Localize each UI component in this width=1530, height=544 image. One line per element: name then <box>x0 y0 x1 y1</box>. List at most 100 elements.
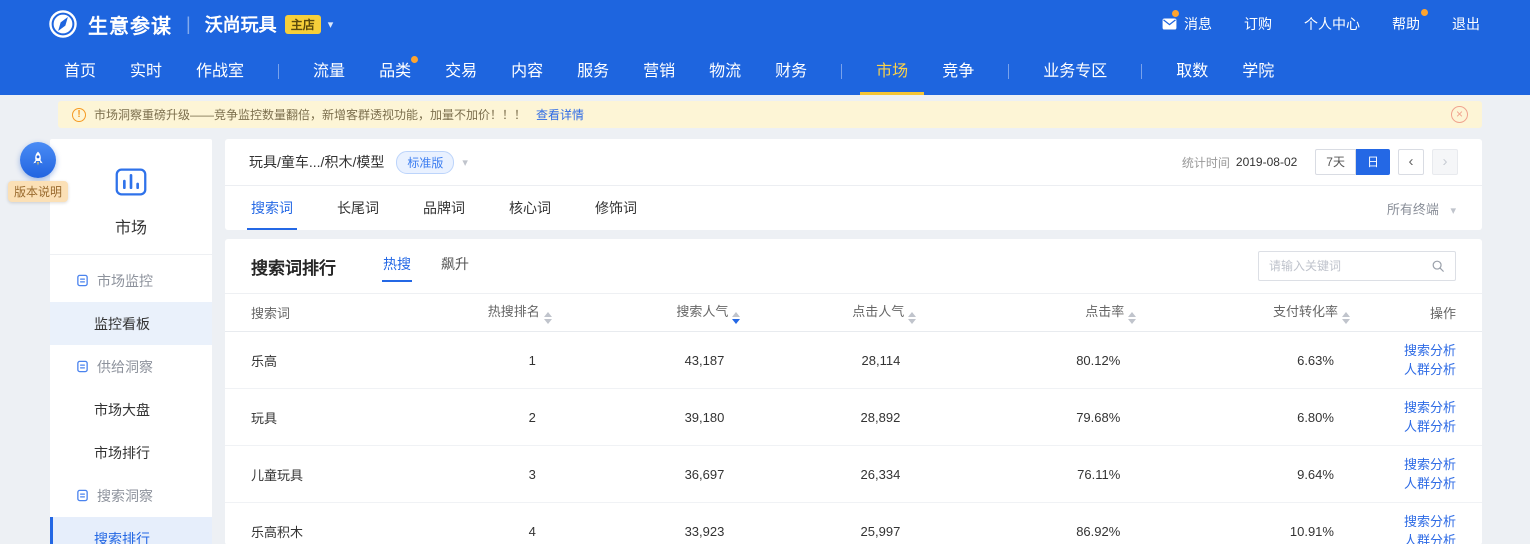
range-day-button[interactable]: 日 <box>1355 149 1390 175</box>
sort-icon[interactable] <box>1128 312 1137 324</box>
subscribe-label: 订购 <box>1244 16 1272 32</box>
sidebar-module-market[interactable]: 市场 <box>50 139 212 255</box>
sort-icon[interactable] <box>908 312 917 324</box>
search-analysis-link[interactable]: 搜索分析 <box>1350 398 1456 417</box>
tab-longtail-words[interactable]: 长尾词 <box>337 186 379 230</box>
main-panel: 玩具/童车.../积木/模型 标准版 ▾ 统计时间 2019-08-02 7天 … <box>225 139 1482 544</box>
nav-divider <box>1008 64 1010 79</box>
nav-divider <box>278 64 280 79</box>
profile-label: 个人中心 <box>1304 16 1360 32</box>
notification-dot <box>1172 10 1179 17</box>
nav-item-market[interactable]: 市场 <box>860 48 925 95</box>
main-nav: 首页 实时 作战室 流量 品类 交易 内容 服务 营销 物流 财务 市场 竞争 … <box>0 48 1530 95</box>
logout-label: 退出 <box>1452 16 1480 32</box>
notice-bar: ! 市场洞察重磅升级——竞争监控数量翻倍，新增客群透视功能，加量不加价！！！ 查… <box>58 101 1482 128</box>
nav-item-academy[interactable]: 学院 <box>1242 48 1274 95</box>
sidebar-item-market-ranking[interactable]: 市场排行 <box>50 431 212 474</box>
range-7day-button[interactable]: 7天 <box>1315 149 1356 175</box>
messages-menu-item[interactable]: 消息 <box>1162 10 1212 34</box>
nav-item-trade[interactable]: 交易 <box>445 48 477 95</box>
nav-item-finance[interactable]: 财务 <box>775 48 807 95</box>
close-icon[interactable]: × <box>1451 106 1468 123</box>
app-logo[interactable]: 生意参谋 <box>48 9 172 39</box>
sort-icon[interactable] <box>1341 312 1350 324</box>
category-breadcrumb[interactable]: 玩具/童车.../积木/模型 <box>249 152 384 172</box>
chevron-down-icon[interactable]: ▾ <box>462 156 468 169</box>
date-range-segmented: 7天 日 <box>1315 149 1390 175</box>
help-menu-item[interactable]: 帮助 <box>1392 9 1428 34</box>
cell-click-rate: 80.12% <box>916 331 1137 389</box>
table-row: 乐高 1 43,187 28,114 80.12% 6.63% 搜索分析 人群分… <box>225 331 1482 389</box>
shop-selector[interactable]: 沃尚玩具 主店 ▾ <box>204 11 334 37</box>
cell-actions: 搜索分析 人群分析 <box>1349 502 1482 544</box>
sidebar-item-monitor-board[interactable]: 监控看板 <box>50 302 212 345</box>
cell-click-rate: 79.68% <box>916 388 1137 446</box>
col-header-search-popularity[interactable]: 搜索人气 <box>551 293 741 332</box>
tab-search-words[interactable]: 搜索词 <box>247 186 297 230</box>
cell-rank: 4 <box>426 502 552 544</box>
nav-item-traffic[interactable]: 流量 <box>313 48 345 95</box>
nav-item-realtime[interactable]: 实时 <box>130 48 162 95</box>
profile-menu-item[interactable]: 个人中心 <box>1304 14 1360 34</box>
tab-brand-words[interactable]: 品牌词 <box>423 186 465 230</box>
crowd-analysis-link[interactable]: 人群分析 <box>1350 360 1456 379</box>
nav-item-competition[interactable]: 竞争 <box>942 48 974 95</box>
nav-item-warroom[interactable]: 作战室 <box>196 48 244 95</box>
shop-name: 沃尚玩具 <box>204 15 277 35</box>
nav-item-marketing[interactable]: 营销 <box>643 48 675 95</box>
search-analysis-link[interactable]: 搜索分析 <box>1350 512 1456 531</box>
tab-hot-search[interactable]: 热搜 <box>382 251 412 282</box>
sidebar-group-label: 搜索洞察 <box>97 487 153 504</box>
search-analysis-link[interactable]: 搜索分析 <box>1350 341 1456 360</box>
nav-item-content[interactable]: 内容 <box>511 48 543 95</box>
cell-pay-conversion: 9.64% <box>1136 445 1350 503</box>
message-icon <box>1162 18 1177 30</box>
brand-name: 生意参谋 <box>88 15 172 38</box>
next-date-button[interactable]: › <box>1432 149 1458 175</box>
nav-item-home[interactable]: 首页 <box>64 48 96 95</box>
crowd-analysis-link[interactable]: 人群分析 <box>1350 474 1456 493</box>
cell-search-popularity: 33,923 <box>551 502 741 544</box>
table-header-row: 搜索词 热搜排名 搜索人气 点击人气 点击率 支付转化率 操作 <box>225 293 1482 332</box>
nav-item-business-zone[interactable]: 业务专区 <box>1043 48 1107 95</box>
sidebar-group-supply-insight[interactable]: 供给洞察 <box>50 345 212 388</box>
nav-item-data-fetch[interactable]: 取数 <box>1176 48 1208 95</box>
crowd-analysis-link[interactable]: 人群分析 <box>1350 531 1456 544</box>
terminal-filter[interactable]: 所有终端 ▾ <box>1387 199 1456 218</box>
subscribe-menu-item[interactable]: 订购 <box>1244 14 1272 34</box>
sort-icon[interactable] <box>543 312 552 324</box>
sidebar-item-search-ranking[interactable]: 搜索排行 <box>50 517 212 544</box>
version-note-widget[interactable]: 版本说明 <box>8 142 69 202</box>
sidebar-menu: 市场监控 监控看板 供给洞察 市场大盘 市场排行 搜索洞察 搜索排行 <box>50 255 212 544</box>
col-header-pay-conversion[interactable]: 支付转化率 <box>1136 293 1350 332</box>
nav-item-category[interactable]: 品类 <box>379 48 419 95</box>
col-header-rank[interactable]: 热搜排名 <box>426 293 552 332</box>
col-header-click-popularity[interactable]: 点击人气 <box>740 293 917 332</box>
tab-core-words[interactable]: 核心词 <box>509 186 551 230</box>
topbar: 生意参谋 | 沃尚玩具 主店 ▾ 消息 订购 个人中心 帮助 退出 <box>0 0 1530 48</box>
sidebar-group-market-monitor[interactable]: 市场监控 <box>50 259 212 302</box>
tab-rising[interactable]: 飙升 <box>440 251 470 282</box>
nav-item-logistics[interactable]: 物流 <box>709 48 741 95</box>
col-header-keyword: 搜索词 <box>225 293 427 332</box>
prev-date-button[interactable]: ‹ <box>1398 149 1424 175</box>
version-tag-badge: 标准版 <box>396 150 455 174</box>
search-icon[interactable] <box>1431 259 1445 273</box>
sidebar-item-market-overview[interactable]: 市场大盘 <box>50 388 212 431</box>
sidebar-group-search-insight[interactable]: 搜索洞察 <box>50 474 212 517</box>
keyword-search-input[interactable] <box>1269 259 1431 273</box>
nav-divider <box>1141 64 1143 79</box>
cell-pay-conversion: 6.63% <box>1136 331 1350 389</box>
cell-actions: 搜索分析 人群分析 <box>1349 331 1482 389</box>
nav-item-service[interactable]: 服务 <box>577 48 609 95</box>
logout-menu-item[interactable]: 退出 <box>1452 14 1480 34</box>
sort-icon[interactable] <box>732 312 741 324</box>
crowd-analysis-link[interactable]: 人群分析 <box>1350 417 1456 436</box>
notice-detail-link[interactable]: 查看详情 <box>536 106 584 123</box>
sidebar-module-label: 市场 <box>114 220 147 237</box>
col-header-click-rate[interactable]: 点击率 <box>916 293 1137 332</box>
stat-time-label: 统计时间 <box>1181 155 1230 170</box>
tab-modifier-words[interactable]: 修饰词 <box>595 186 637 230</box>
chevron-down-icon: ▾ <box>327 18 334 31</box>
search-analysis-link[interactable]: 搜索分析 <box>1350 455 1456 474</box>
